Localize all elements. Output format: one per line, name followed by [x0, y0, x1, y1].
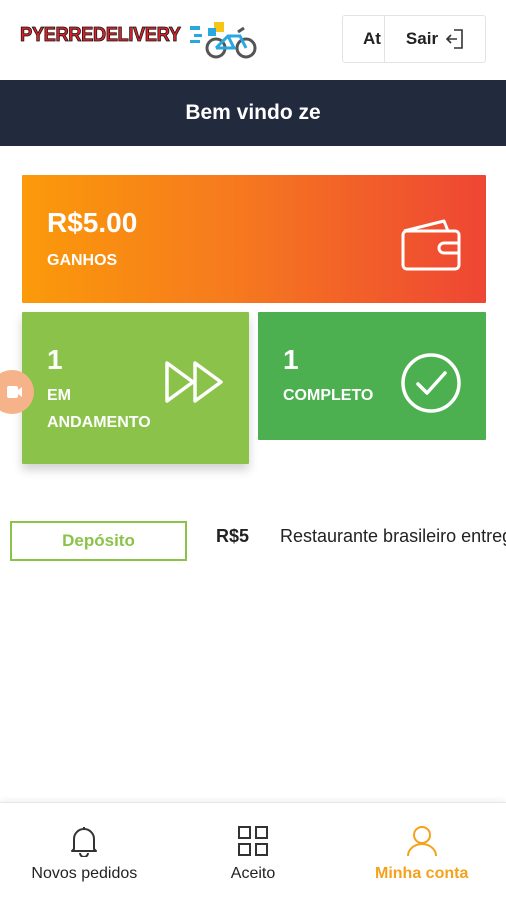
logo-text: PYERREDELIVERY — [20, 24, 182, 47]
nav-accepted-label: Aceito — [230, 865, 276, 882]
app-header: PYERREDELIVERY At Sair — [0, 0, 506, 80]
completed-card[interactable]: 1 COMPLETO — [258, 312, 486, 440]
bottom-navigation: Novos pedidos Aceito Minha conta — [0, 802, 506, 900]
nav-accepted[interactable]: Aceito — [169, 803, 338, 900]
earnings-card[interactable]: R$5.00 GANHOS — [22, 175, 486, 303]
nav-new-orders-label: Novos pedidos — [31, 865, 138, 882]
wallet-icon — [401, 219, 461, 271]
logout-icon — [446, 29, 463, 49]
in-progress-label: EM ANDAMENTO — [47, 387, 151, 431]
fast-forward-icon — [165, 361, 223, 403]
earnings-label: GANHOS — [47, 252, 118, 269]
welcome-text: Bem vindo ze — [185, 101, 321, 124]
transaction-description: Restaurante brasileiro entrega — [280, 526, 506, 546]
logout-label: Sair — [405, 29, 439, 48]
transaction-amount: R$5 — [216, 526, 250, 546]
check-circle-icon — [401, 353, 461, 413]
transaction-type-badge[interactable]: Depósito — [10, 521, 187, 561]
header-buttons: At Sair — [342, 15, 486, 63]
welcome-banner: Bem vindo ze — [0, 80, 506, 146]
in-progress-card[interactable]: 1 EM ANDAMENTO — [22, 312, 249, 464]
logout-button[interactable]: Sair — [385, 16, 485, 62]
completed-label: COMPLETO — [283, 387, 374, 404]
bike-icon — [190, 22, 257, 59]
nav-my-account[interactable]: Minha conta — [337, 803, 506, 900]
user-icon — [406, 826, 437, 857]
header-at-button[interactable]: At — [343, 16, 385, 62]
video-camera-icon — [7, 386, 22, 398]
nav-my-account-label: Minha conta — [375, 865, 469, 882]
nav-new-orders[interactable]: Novos pedidos — [0, 803, 169, 900]
grid-icon — [238, 826, 268, 856]
app-logo: PYERREDELIVERY — [20, 22, 257, 59]
earnings-value: R$5.00 — [47, 207, 138, 238]
completed-value: 1 — [283, 344, 299, 375]
bell-icon — [71, 827, 98, 857]
in-progress-value: 1 — [47, 344, 63, 375]
